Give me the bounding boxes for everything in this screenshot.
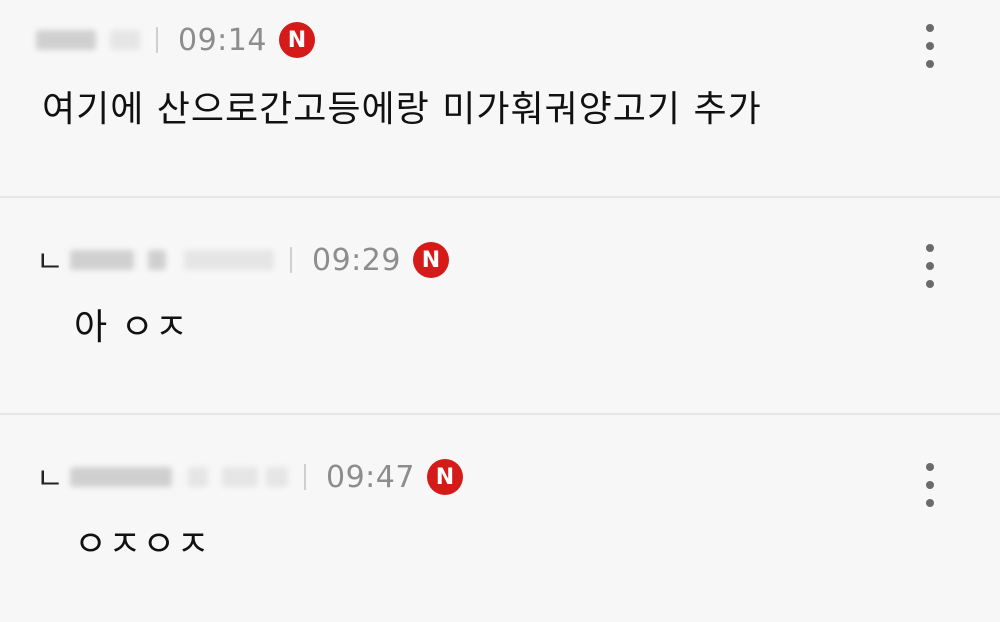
- author-name-blurred: [184, 250, 274, 270]
- author-name-blurred: [110, 30, 140, 50]
- reply-item: ㄴ 09:47 N ㅇㅈㅇㅈ: [0, 415, 1000, 622]
- new-badge-icon: N: [412, 242, 449, 278]
- more-options-icon[interactable]: [920, 463, 940, 507]
- comment-time: 09:29: [312, 242, 401, 278]
- more-options-icon[interactable]: [920, 244, 940, 288]
- comment-text: ㅇㅈㅇㅈ: [74, 524, 211, 565]
- reply-item: ㄴ 09:29 N 아 ㅇㅈ: [0, 198, 1000, 413]
- meta-separator: [304, 464, 306, 490]
- author-name-blurred: [266, 467, 288, 487]
- comment-meta: 09:14 N: [36, 20, 315, 60]
- new-badge-icon: N: [278, 22, 315, 58]
- author-name-blurred: [148, 250, 166, 270]
- author-name-blurred[interactable]: [70, 467, 172, 487]
- comment-meta: ㄴ 09:29 N: [36, 240, 449, 280]
- meta-separator: [290, 247, 292, 273]
- author-name-blurred: [222, 467, 258, 487]
- comment-text: 여기에 산으로간고등에랑 미가훠궈양고기 추가: [42, 89, 762, 130]
- author-name-blurred[interactable]: [70, 250, 134, 270]
- more-options-icon[interactable]: [920, 24, 940, 68]
- author-name-blurred[interactable]: [36, 30, 96, 50]
- reply-marker: ㄴ: [36, 245, 64, 280]
- comment-item: 09:14 N 여기에 산으로간고등에랑 미가훠궈양고기 추가: [0, 0, 1000, 196]
- comment-time: 09:14: [178, 22, 267, 58]
- reply-marker: ㄴ: [36, 462, 64, 497]
- comment-text: 아 ㅇㅈ: [74, 307, 189, 348]
- author-name-blurred: [188, 467, 208, 487]
- meta-separator: [156, 27, 158, 53]
- comment-meta: ㄴ 09:47 N: [36, 457, 463, 497]
- comment-time: 09:47: [326, 459, 415, 495]
- new-badge-icon: N: [426, 459, 463, 495]
